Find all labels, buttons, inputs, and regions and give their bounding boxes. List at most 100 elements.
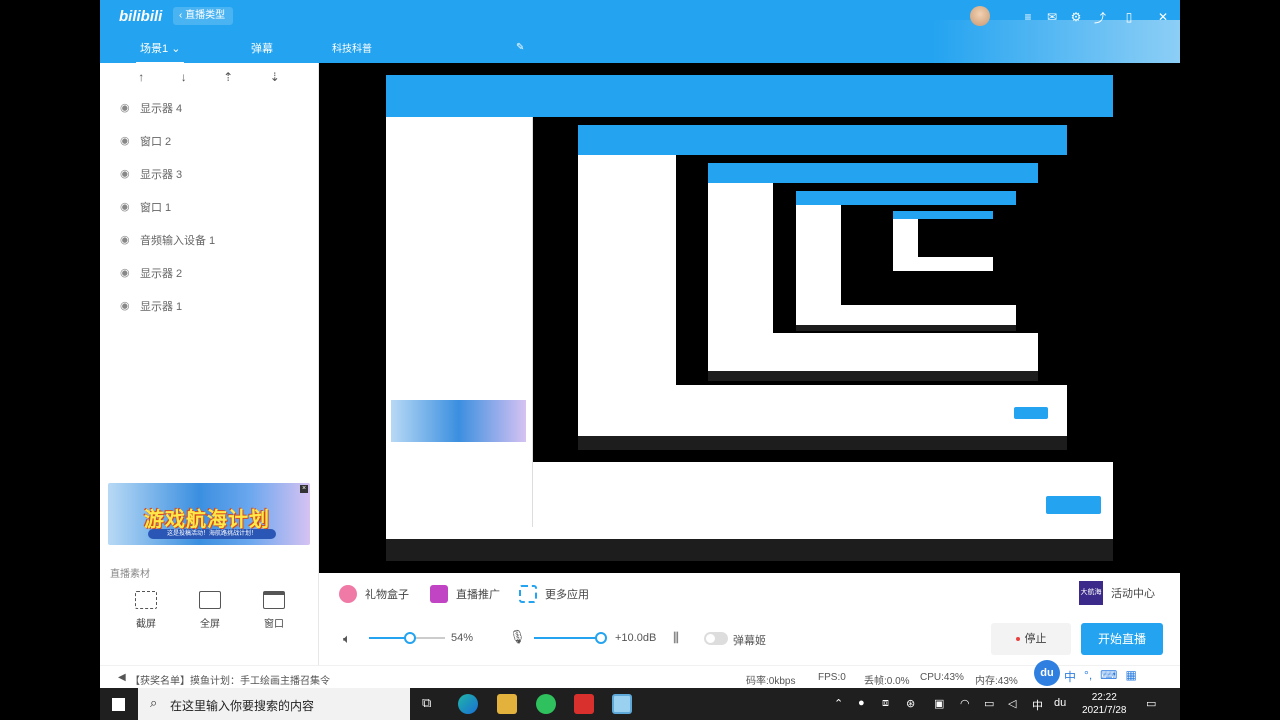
tab-tech[interactable]: 科技科普 — [332, 40, 372, 55]
bilibili-live-icon[interactable] — [612, 694, 632, 714]
close-icon[interactable]: × — [300, 485, 308, 493]
search-icon: ⌕ — [150, 695, 158, 710]
file-explorer-icon[interactable] — [497, 694, 517, 714]
tab-danmaku[interactable]: 弹幕 — [251, 40, 273, 56]
eye-icon[interactable]: ◉ — [120, 234, 134, 245]
speaker-icon[interactable]: 🔈︎ — [343, 631, 351, 647]
nested-banner — [391, 400, 526, 442]
nested-preview-level4 — [796, 191, 1016, 331]
notification-icon[interactable]: ▭ — [1146, 697, 1156, 710]
edit-icon[interactable]: ✎ — [516, 42, 524, 53]
activity-center-button[interactable]: 大航海 活动中心 — [1079, 581, 1155, 605]
live-app-window: bilibili ‹ 直播类型 场景1 ⌄ 弹幕 科技科普 ✎ ≡ ✉ ⚙ ⤴ … — [100, 0, 1180, 688]
list-item[interactable]: ◉ 音频输入设备 1 — [100, 223, 318, 256]
ime-lang[interactable]: 中 — [1064, 668, 1076, 685]
mic-fill — [534, 637, 601, 639]
chevron-down-icon: ⌄ — [171, 43, 181, 55]
volume-tray-icon[interactable]: ◁ — [1008, 697, 1016, 710]
gear-icon[interactable]: ⚙ — [1064, 10, 1088, 24]
monitor-icon — [199, 591, 221, 609]
volume-knob[interactable] — [404, 632, 417, 644]
gift-box-button[interactable]: 礼物盒子 — [339, 585, 409, 603]
eye-icon[interactable]: ◉ — [120, 102, 134, 113]
tray-app2-icon[interactable]: ⊛ — [906, 697, 915, 710]
material-window-button[interactable]: 窗口 — [248, 591, 300, 630]
stream-preview[interactable] — [319, 63, 1180, 573]
source-label: 显示器 2 — [140, 267, 183, 280]
wifi-icon[interactable]: ◠ — [960, 697, 970, 710]
move-up-icon[interactable]: ↑ — [138, 70, 144, 84]
list-item[interactable]: ◉ 显示器 3 — [100, 157, 318, 190]
move-top-icon[interactable]: ⇡ — [223, 70, 233, 84]
mic-slider[interactable] — [534, 632, 607, 644]
clock[interactable]: 22:22 2021/7/28 — [1082, 691, 1127, 717]
start-live-button[interactable]: 开始直播 — [1081, 623, 1163, 655]
list-item[interactable]: ◉ 窗口 2 — [100, 124, 318, 157]
banner-title: 游戏航海计划 — [144, 509, 270, 531]
taskbar-search[interactable]: ⌕ 在这里输入你要搜索的内容 — [138, 688, 410, 720]
speaker-small-icon: ◀ — [118, 672, 126, 683]
windows-start-icon[interactable] — [112, 698, 125, 711]
minimize-icon[interactable]: ▯ — [1112, 10, 1146, 24]
stop-button[interactable]: 停止 — [991, 623, 1071, 655]
edge-icon[interactable] — [458, 694, 478, 714]
close-icon[interactable]: ✕ — [1146, 10, 1180, 24]
battery-icon[interactable]: ▭ — [984, 697, 994, 710]
wechat-icon[interactable] — [536, 694, 556, 714]
nested3-taskbar — [708, 371, 1038, 381]
source-label: 显示器 4 — [140, 102, 183, 115]
promo-banner[interactable]: 游戏航海计划 这是投稿活动！海航路挑战计划！ × — [108, 483, 310, 545]
mic-icon[interactable]: 🎙︎ — [509, 629, 526, 645]
nested5-preview — [918, 219, 993, 257]
chevron-up-icon[interactable]: ⌃ — [834, 697, 843, 710]
stop-label: 停止 — [1024, 633, 1047, 645]
mail-icon[interactable]: ✉ — [1040, 10, 1064, 24]
material-label: 全屏 — [200, 619, 220, 630]
tab-scene1[interactable]: 场景1 ⌄ — [135, 40, 185, 64]
tab-bar: 场景1 ⌄ 弹幕 科技科普 — [100, 34, 540, 64]
move-bottom-icon[interactable]: ⇣ — [270, 70, 280, 84]
apps-icon — [519, 585, 537, 603]
volume-percent: 54% — [451, 632, 474, 644]
baidu-ime-icon[interactable]: du — [1034, 660, 1060, 686]
wps-icon[interactable] — [574, 694, 594, 714]
mixer-icon[interactable]: ⫼ — [673, 630, 679, 646]
avatar[interactable] — [970, 6, 990, 26]
list-item[interactable]: ◉ 显示器 2 — [100, 256, 318, 289]
ime-tray[interactable]: 中 — [1032, 697, 1043, 713]
baidu-tray-icon[interactable]: du — [1054, 697, 1066, 709]
danmaku-toggle[interactable] — [704, 632, 728, 645]
eye-icon[interactable]: ◉ — [120, 135, 134, 146]
sources-sidebar: ↑ ↓ ⇡ ⇣ ◉ 显示器 4 ◉ 窗口 2 ◉ 显示器 3 ◉ 窗口 1 ◉ 音频输入设… — [100, 63, 319, 688]
material-screenshot-button[interactable]: 截屏 — [120, 591, 172, 630]
mic-knob[interactable] — [595, 632, 607, 644]
drop-readout: 丢帧:0.0% — [864, 676, 910, 687]
tray-app3-icon[interactable]: ▣ — [934, 697, 944, 710]
tray-app-icon[interactable]: ⧈ — [882, 697, 889, 710]
menu-icon[interactable]: ≡ — [1016, 10, 1040, 24]
volume-slider[interactable] — [369, 632, 445, 644]
share-icon[interactable]: ⤴ — [1088, 9, 1112, 26]
grid-icon[interactable]: ▦ — [1125, 668, 1136, 685]
eye-icon[interactable]: ◉ — [120, 267, 134, 278]
more-apps-button[interactable]: 更多应用 — [519, 585, 589, 603]
eye-icon[interactable]: ◉ — [120, 168, 134, 179]
task-view-icon[interactable]: ⧉ — [422, 695, 431, 711]
list-item[interactable]: ◉ 显示器 1 — [100, 289, 318, 322]
list-item[interactable]: ◉ 窗口 1 — [100, 190, 318, 223]
promote-button[interactable]: 直播推广 — [430, 585, 500, 603]
mic-tray-icon[interactable]: ● — [858, 697, 865, 709]
punctuation-icon[interactable]: °, — [1084, 668, 1092, 685]
announcement-ticker[interactable]: 【获奖名单】摸鱼计划：手工绘画主播召集令 — [130, 672, 330, 687]
source-label: 窗口 2 — [140, 135, 172, 148]
list-item[interactable]: ◉ 显示器 4 — [100, 91, 318, 124]
keyboard-icon[interactable]: ⌨ — [1100, 668, 1117, 685]
back-button[interactable]: ‹ 直播类型 — [173, 7, 234, 25]
eye-icon[interactable]: ◉ — [120, 201, 134, 212]
nested-title-bar — [386, 75, 1113, 117]
search-placeholder: 在这里输入你要搜索的内容 — [170, 699, 315, 713]
crop-icon — [135, 591, 157, 609]
eye-icon[interactable]: ◉ — [120, 300, 134, 311]
move-down-icon[interactable]: ↓ — [181, 70, 187, 84]
material-fullscreen-button[interactable]: 全屏 — [184, 591, 236, 630]
